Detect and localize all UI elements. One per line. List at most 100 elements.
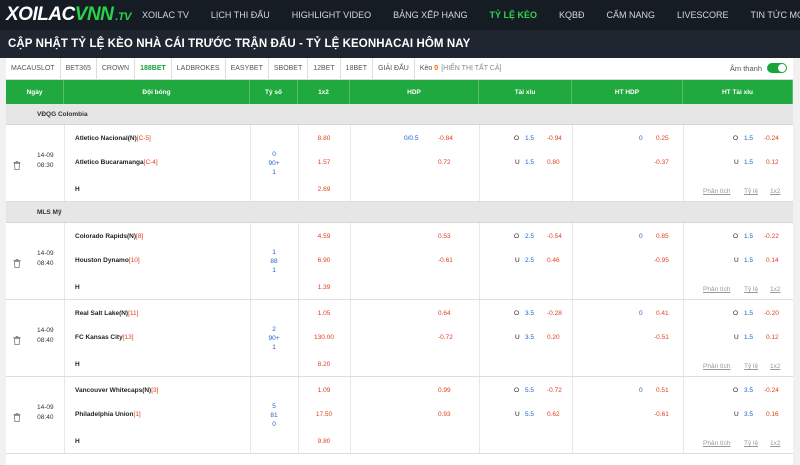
ht-ou-under-label: U [734,257,739,264]
trash-icon[interactable] [13,157,21,175]
odds-1x2[interactable]: 17.50 [298,411,350,418]
nav-item-4[interactable]: BẢNG XẾP HẠNG [382,0,478,30]
analysis-link[interactable]: Phân tích [703,286,730,293]
ht-ou-over-odds[interactable]: -0.24 [764,135,779,142]
onex2-link[interactable]: 1x2 [770,440,780,447]
bookmaker-tab-8[interactable]: 12BET [308,58,341,80]
odds-1x2[interactable]: 6.90 [298,257,350,264]
bookmaker-tab-5[interactable]: LADBROKES [172,58,226,80]
ht-hdp-home-odds[interactable]: 0.51 [656,387,669,394]
ou-over-odds[interactable]: -0.28 [547,310,562,317]
hdp-home-odds[interactable]: -0.84 [438,135,453,142]
away-team-name: FC Kansas City [75,334,123,341]
column-header-7[interactable]: HT HDP [572,80,683,104]
column-header-1[interactable]: Ngày [6,80,64,104]
sound-toggle[interactable] [767,63,787,73]
column-header-8[interactable]: HT Tài xỉu [683,80,793,104]
ht-ou-under-odds[interactable]: 0.12 [766,334,779,341]
nav-item-2[interactable]: LỊCH THI ĐẤU [200,0,281,30]
nav-item-3[interactable]: HIGHLIGHT VIDEO [281,0,382,30]
nav-item-9[interactable]: TIN TỨC MỚI [740,0,800,30]
ou-over-odds[interactable]: -0.54 [547,233,562,240]
column-header-3[interactable]: Tỷ số [250,80,298,104]
odds-1x2[interactable]: 4.59 [298,233,350,240]
ou-under-odds[interactable]: 0.80 [547,159,560,166]
odds-1x2[interactable]: 1.39 [298,284,350,291]
ht-hdp-away-odds[interactable]: -0.95 [654,257,669,264]
odds-1x2[interactable]: 1.57 [298,159,350,166]
ht-ou-under-odds[interactable]: 0.14 [766,257,779,264]
away-team[interactable]: Houston Dynamo[10] [75,257,140,264]
ou-over-odds[interactable]: -0.72 [547,387,562,394]
column-header-6[interactable]: Tài xỉu [479,80,572,104]
ht-ou-over-odds[interactable]: -0.24 [764,387,779,394]
ou-under-odds[interactable]: 0.62 [547,411,560,418]
analysis-link[interactable]: Phân tích [703,188,730,195]
nav-item-5[interactable]: TỶ LỆ KÈO [478,0,548,30]
analysis-link[interactable]: Phân tích [703,363,730,370]
hdp-away-odds[interactable]: -0.61 [438,257,453,264]
bookmaker-tab-4[interactable]: 188BET [135,58,172,80]
ou-under-odds[interactable]: 0.46 [547,257,560,264]
onex2-link[interactable]: 1x2 [770,188,780,195]
onex2-link[interactable]: 1x2 [770,363,780,370]
analysis-link[interactable]: Phân tích [703,440,730,447]
ht-hdp-away-odds[interactable]: -0.37 [654,159,669,166]
show-all-link[interactable]: [HIỂN THỊ TẤT CẢ] [441,65,501,72]
bookmaker-tab-1[interactable]: MACAUSLOT [6,58,61,80]
ht-hdp-home-odds[interactable]: 0.25 [656,135,669,142]
column-header-5[interactable]: HDP [350,80,479,104]
site-logo[interactable]: XOILAC VNN .TV [6,4,132,26]
nav-item-6[interactable]: KQBĐ [548,0,596,30]
home-team[interactable]: Vancouver Whitecaps(N)[3] [75,387,158,394]
odds-1x2[interactable]: 1.09 [298,387,350,394]
odds-link[interactable]: Tỷ lệ [744,440,758,447]
hdp-away-odds[interactable]: -0.72 [438,334,453,341]
bookmaker-tab-2[interactable]: BET365 [61,58,97,80]
hdp-home-odds[interactable]: 0.99 [438,387,451,394]
nav-item-1[interactable]: XOILAC TV [131,0,200,30]
odds-link[interactable]: Tỷ lệ [744,286,758,293]
home-team[interactable]: Colorado Rapids(N)[8] [75,233,143,240]
hdp-away-odds[interactable]: 0.93 [438,411,451,418]
trash-icon[interactable] [13,332,21,350]
column-header-2[interactable]: Đội bóng [64,80,250,104]
ht-ou-over-odds[interactable]: -0.20 [764,310,779,317]
odds-1x2[interactable]: 130.00 [298,334,350,341]
nav-item-8[interactable]: LIVESCORE [666,0,740,30]
home-team[interactable]: Atletico Nacional(N)[C-5] [75,135,151,142]
ht-ou-under-odds[interactable]: 0.12 [766,159,779,166]
onex2-link[interactable]: 1x2 [770,286,780,293]
bookmaker-tab-6[interactable]: EASYBET [226,58,269,80]
odds-1x2[interactable]: 1.05 [298,310,350,317]
bookmaker-tab-3[interactable]: CROWN [97,58,136,80]
ou-over-odds[interactable]: -0.94 [547,135,562,142]
ht-ou-over-odds[interactable]: -0.22 [764,233,779,240]
odds-1x2[interactable]: 8.20 [298,361,350,368]
hdp-away-odds[interactable]: 0.72 [438,159,451,166]
away-team[interactable]: FC Kansas City[13] [75,334,134,341]
odds-1x2[interactable]: 9.80 [298,438,350,445]
home-team[interactable]: Real Salt Lake(N)[11] [75,310,138,317]
trash-icon[interactable] [13,409,21,427]
trash-icon[interactable] [13,255,21,273]
bookmaker-tab-9[interactable]: 18BET [341,58,374,80]
odds-link[interactable]: Tỷ lệ [744,188,758,195]
odds-1x2[interactable]: 8.80 [298,135,350,142]
away-team[interactable]: Philadelphia Union[1] [75,411,141,418]
ht-hdp-away-odds[interactable]: -0.61 [654,411,669,418]
ht-hdp-home-odds[interactable]: 0.85 [656,233,669,240]
nav-item-7[interactable]: CẨM NANG [595,0,666,30]
hdp-home-odds[interactable]: 0.64 [438,310,451,317]
ht-hdp-away-odds[interactable]: -0.51 [654,334,669,341]
hdp-home-odds[interactable]: 0.53 [438,233,451,240]
ou-under-odds[interactable]: 0.20 [547,334,560,341]
away-team[interactable]: Atletico Bucaramanga[C-4] [75,159,158,166]
ht-ou-under-odds[interactable]: 0.16 [766,411,779,418]
bookmaker-tab-10[interactable]: GIẢI ĐẤU [373,58,415,80]
odds-1x2[interactable]: 2.69 [298,186,350,193]
column-header-4[interactable]: 1x2 [298,80,350,104]
bookmaker-tab-7[interactable]: SBOBET [269,58,309,80]
ht-hdp-home-odds[interactable]: 0.41 [656,310,669,317]
odds-link[interactable]: Tỷ lệ [744,363,758,370]
